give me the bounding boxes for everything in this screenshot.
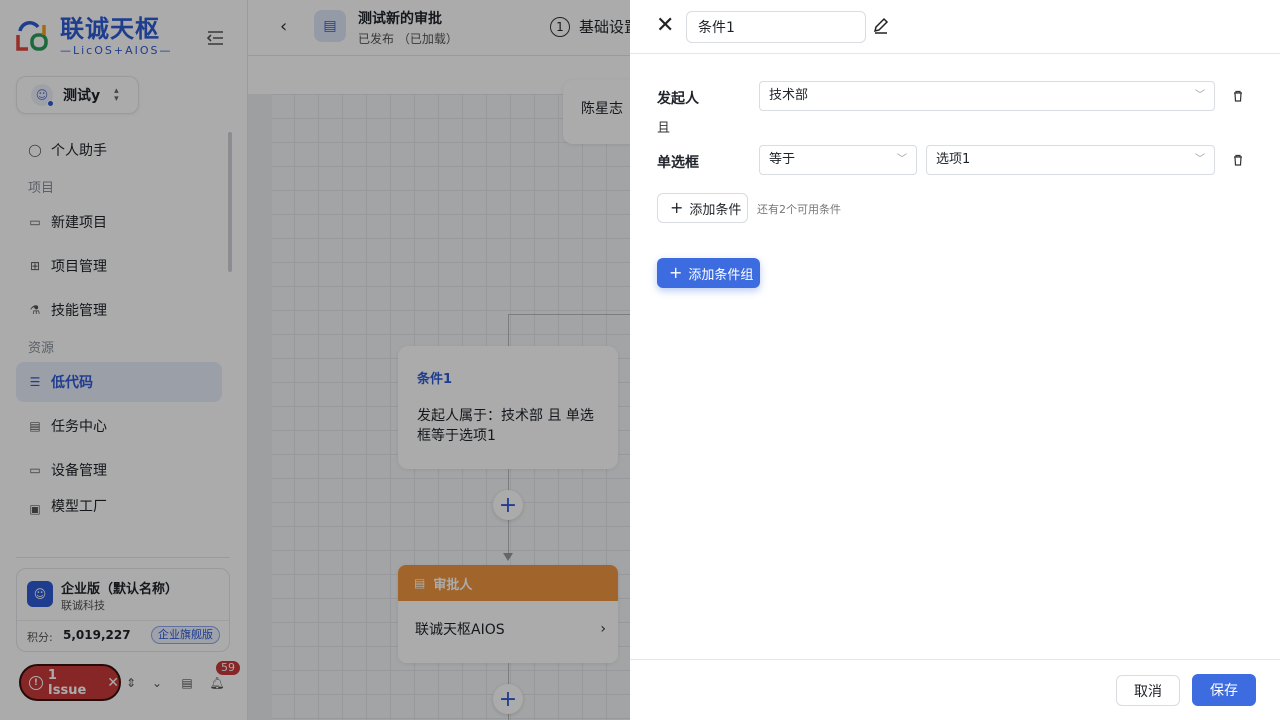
chevron-down-icon: ﹀ [897,154,907,165]
app-root: 联诚天枢 —LicOS+AIOS— ☺ 测试y ▴ ▾ ◯ 个人助手 项目 ▭ 新… [0,0,1280,720]
add-condition-button[interactable]: + 添加条件 [657,193,748,223]
option-select[interactable]: 选项1 ﹀ [926,145,1215,175]
plus-icon: + [669,263,683,282]
select-value: 选项1 [936,152,971,167]
initiator-select[interactable]: 技术部 ﹀ [759,81,1215,111]
trash-icon[interactable] [1231,89,1245,103]
condition-row-label: 单选框 [657,155,699,171]
modal-backdrop[interactable] [0,0,630,720]
cancel-button[interactable]: 取消 [1116,675,1180,706]
close-icon[interactable]: ✕ [656,15,676,37]
divider [630,659,1280,660]
select-value: 等于 [769,152,796,167]
add-condition-group-button[interactable]: + 添加条件组 [657,258,760,288]
operator-select[interactable]: 等于 ﹀ [759,145,917,175]
select-value: 技术部 [769,88,809,103]
condition-row-label: 发起人 [657,91,699,107]
trash-icon[interactable] [1231,153,1245,167]
chevron-down-icon: ﹀ [1195,90,1205,101]
add-group-label: 添加条件组 [688,267,754,283]
plus-icon: + [670,198,684,217]
conjunction-label: 且 [657,121,671,136]
edit-pencil-icon[interactable] [872,17,890,35]
divider [630,53,1280,54]
condition-name-input[interactable] [686,11,866,43]
condition-drawer: ✕ 发起人 技术部 ﹀ 且 单选框 等于 ﹀ 选项1 ﹀ + 添加条件 [630,0,1280,720]
chevron-down-icon: ﹀ [1195,154,1205,165]
available-conditions-hint: 还有2个可用条件 [757,203,841,216]
add-condition-label: 添加条件 [689,202,742,218]
save-button[interactable]: 保存 [1192,674,1256,706]
